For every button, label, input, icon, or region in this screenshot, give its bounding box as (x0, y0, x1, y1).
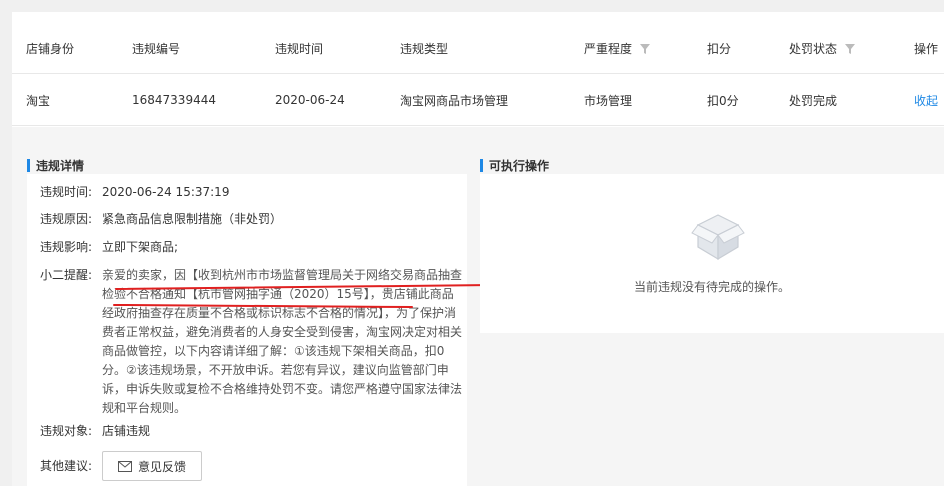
cell-violation-type: 淘宝网商品市场管理 (400, 93, 509, 108)
cell-store-identity: 淘宝 (26, 93, 51, 108)
feedback-button[interactable]: 意见反馈 (102, 451, 202, 481)
violation-detail-area: 违规详情 可执行操作 违规时间: 2020-06-24 15:37:19 违规原… (12, 127, 944, 486)
detail-title-text: 违规详情 (36, 158, 85, 173)
header-penalty-status[interactable]: 处罚状态 (789, 24, 856, 73)
field-value: 店铺违规 (102, 424, 151, 438)
title-accent-bar (480, 158, 483, 172)
cell-penalty-status: 处罚完成 (789, 93, 838, 108)
empty-state-text: 当前违规没有待完成的操作。 (633, 280, 790, 294)
field-tip: 小二提醒: 亲爱的卖家，因【收到杭州市市场监督管理局关于网络交易商品抽查检验不合… (40, 266, 462, 418)
header-violation-id: 违规编号 (132, 42, 181, 56)
collapse-link[interactable]: 收起 (914, 75, 938, 125)
field-value: 2020-06-24 15:37:19 (102, 185, 230, 199)
field-violation-impact: 违规影响: 立即下架商品; (40, 238, 178, 257)
empty-box-icon (691, 214, 745, 261)
field-violation-time: 违规时间: 2020-06-24 15:37:19 (40, 183, 229, 202)
mail-icon (117, 460, 132, 472)
cell-points: 扣0分 (707, 93, 739, 108)
feedback-button-label: 意见反馈 (137, 459, 186, 474)
header-penalty-status-label: 处罚状态 (789, 42, 838, 56)
field-label: 违规影响: (40, 240, 93, 254)
header-severity[interactable]: 严重程度 (584, 24, 651, 73)
actions-section-title: 可执行操作 (480, 156, 549, 174)
field-violation-object: 违规对象: 店铺违规 (40, 422, 150, 441)
actions-panel: 当前违规没有待完成的操作。 (480, 174, 944, 333)
detail-panel: 违规时间: 2020-06-24 15:37:19 违规原因: 紧急商品信息限制… (27, 174, 494, 486)
top-strip (0, 0, 944, 12)
header-points: 扣分 (707, 42, 732, 56)
header-violation-time: 违规时间 (275, 42, 324, 56)
table-row: 淘宝 16847339444 2020-06-24 淘宝网商品市场管理 市场管理… (12, 75, 944, 126)
field-label: 违规对象: (40, 424, 93, 438)
violation-table-card: 店铺身份 违规编号 违规时间 违规类型 严重程度 扣分 处罚状态 操作 淘宝 1… (12, 12, 944, 486)
detail-section-title: 违规详情 (27, 156, 84, 174)
cell-violation-id: 16847339444 (132, 93, 216, 107)
actions-title-text: 可执行操作 (489, 158, 550, 173)
field-label: 违规原因: (40, 212, 93, 226)
cell-violation-time: 2020-06-24 (275, 93, 345, 107)
header-store-identity: 店铺身份 (26, 42, 75, 56)
filter-icon[interactable] (640, 43, 651, 54)
filter-icon[interactable] (845, 43, 856, 54)
table-header: 店铺身份 违规编号 违规时间 违规类型 严重程度 扣分 处罚状态 操作 (12, 24, 944, 74)
field-label: 小二提醒: (40, 268, 93, 282)
field-value: 立即下架商品; (102, 240, 179, 254)
field-label: 其他建议: (40, 459, 93, 473)
field-value: 紧急商品信息限制措施（非处罚） (102, 212, 283, 226)
field-violation-reason: 违规原因: 紧急商品信息限制措施（非处罚） (40, 210, 282, 229)
header-operation: 操作 (914, 42, 939, 56)
cell-severity: 市场管理 (584, 93, 633, 108)
field-label: 违规时间: (40, 185, 93, 199)
title-accent-bar (27, 158, 30, 172)
header-violation-type: 违规类型 (400, 42, 449, 56)
header-severity-label: 严重程度 (584, 42, 633, 56)
field-other-advice: 其他建议: (40, 457, 102, 476)
